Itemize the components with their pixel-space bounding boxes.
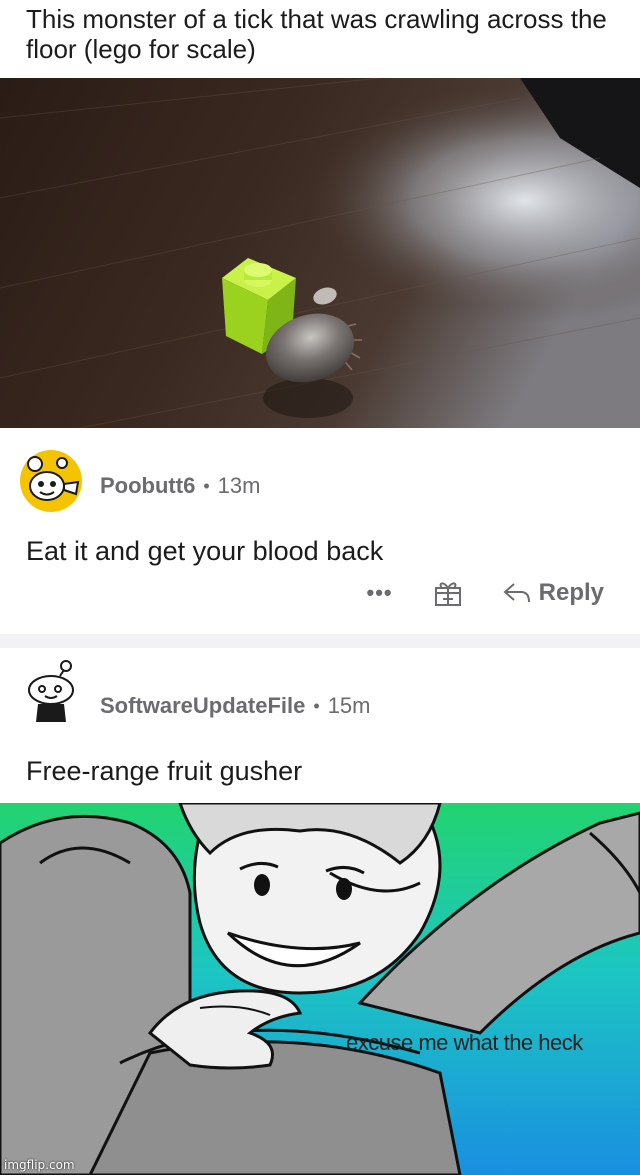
comment-meta: Poobutt6 • 13m [100,473,260,499]
gift-icon [434,582,461,606]
post-title: This monster of a tick that was crawling… [26,4,607,64]
comment-body: Eat it and get your blood back [26,536,384,566]
timestamp: 15m [327,693,371,718]
timestamp: 13m [217,473,261,498]
comment-divider [0,634,640,648]
comment-body: Free-range fruit gusher [26,756,303,786]
tick-photo-illustration [0,78,640,428]
watermark: imgflip.com [4,1158,75,1172]
snoo-avatar-icon [20,660,82,722]
avatar[interactable] [20,660,82,722]
reply-label: Reply [538,579,604,606]
comment-2: SoftwareUpdateFile • 15m Free-range frui… [0,648,640,803]
reply-arrow-icon [503,583,530,603]
meta-separator: • [203,475,210,496]
comment-meta: SoftwareUpdateFile • 15m [100,693,370,719]
meme-image [0,803,640,1175]
snoo-avatar-icon [20,450,82,512]
reply-button[interactable]: Reply [503,579,604,607]
post-image[interactable] [0,78,640,428]
username[interactable]: Poobutt6 [100,473,195,499]
more-options-button[interactable]: ••• [367,580,393,606]
avatar[interactable] [20,450,82,512]
comment-1: Poobutt6 • 13m Eat it and get your blood… [0,428,640,634]
award-button[interactable] [433,578,463,608]
meta-separator: • [313,695,320,716]
meme-caption: excuse me what the heck [346,1030,583,1055]
username[interactable]: SoftwareUpdateFile [100,693,305,719]
vault-boy-illustration [0,803,640,1175]
comment-actions: ••• Reply [367,578,604,608]
